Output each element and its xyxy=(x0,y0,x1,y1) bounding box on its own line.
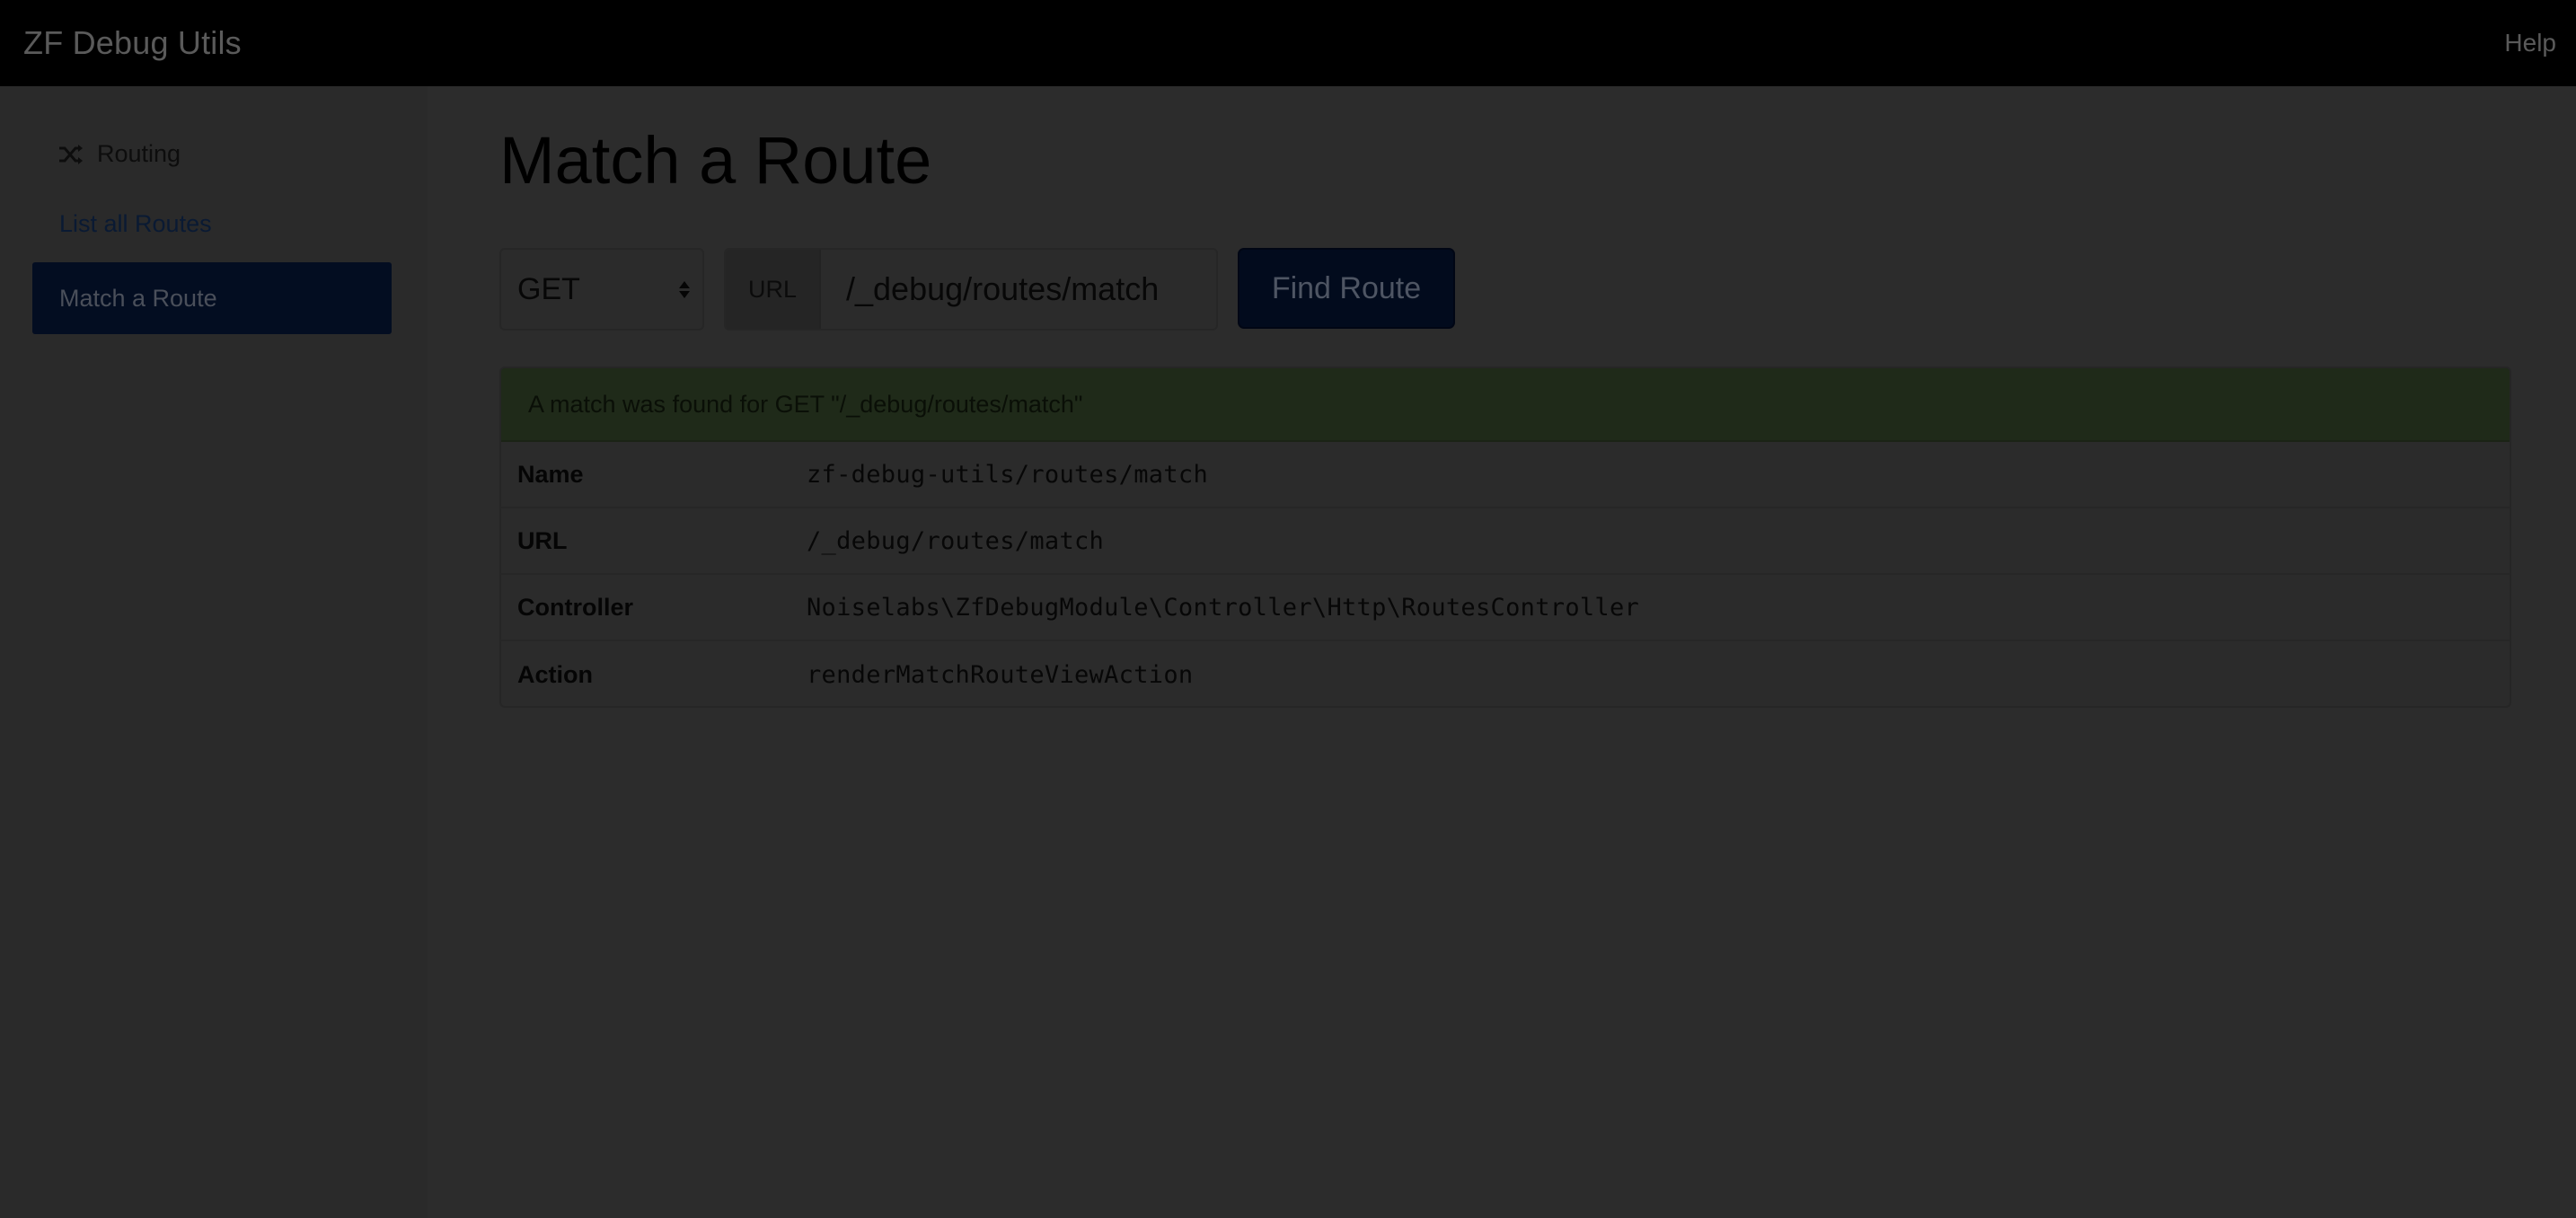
shuffle-icon xyxy=(59,144,83,164)
table-row: Action renderMatchRouteViewAction xyxy=(501,641,2510,706)
result-panel: A match was found for GET "/_debug/route… xyxy=(499,366,2511,708)
row-label: Controller xyxy=(517,593,634,621)
sidebar-section-routing: Routing xyxy=(57,140,181,168)
row-value: Noiselabs\ZfDebugModule\Controller\Http\… xyxy=(807,593,1640,622)
table-row: Controller Noiselabs\ZfDebugModule\Contr… xyxy=(501,575,2510,641)
sidebar-item-match-a-route[interactable]: Match a Route xyxy=(32,262,392,334)
top-navbar: ZF Debug Utils Help xyxy=(0,0,2576,86)
method-select-value: GET xyxy=(517,271,580,306)
row-label: Action xyxy=(517,660,593,688)
match-success-message: A match was found for GET "/_debug/route… xyxy=(501,368,2510,442)
brand-title[interactable]: ZF Debug Utils xyxy=(23,24,242,62)
url-input[interactable] xyxy=(821,250,1216,329)
sidebar-section-label: Routing xyxy=(97,140,181,167)
method-select[interactable]: GET xyxy=(499,248,704,331)
match-route-form: GET URL Find Route xyxy=(499,248,1455,331)
row-value: /_debug/routes/match xyxy=(807,526,1105,555)
select-arrows-icon xyxy=(679,280,690,298)
url-addon-label: URL xyxy=(726,250,821,329)
table-row: Name zf-debug-utils/routes/match xyxy=(501,442,2510,508)
help-link[interactable]: Help xyxy=(2504,29,2556,57)
row-label: Name xyxy=(517,460,584,488)
row-value: renderMatchRouteViewAction xyxy=(807,660,1194,689)
page-title: Match a Route xyxy=(499,123,932,198)
row-label: URL xyxy=(517,526,568,554)
find-route-button[interactable]: Find Route xyxy=(1238,248,1455,329)
sidebar-item-list-all-routes[interactable]: List all Routes xyxy=(59,210,212,238)
table-row: URL /_debug/routes/match xyxy=(501,508,2510,575)
row-value: zf-debug-utils/routes/match xyxy=(807,460,1208,489)
url-input-group: URL xyxy=(724,248,1218,331)
sidebar: Routing List all Routes Match a Route xyxy=(0,86,428,1218)
